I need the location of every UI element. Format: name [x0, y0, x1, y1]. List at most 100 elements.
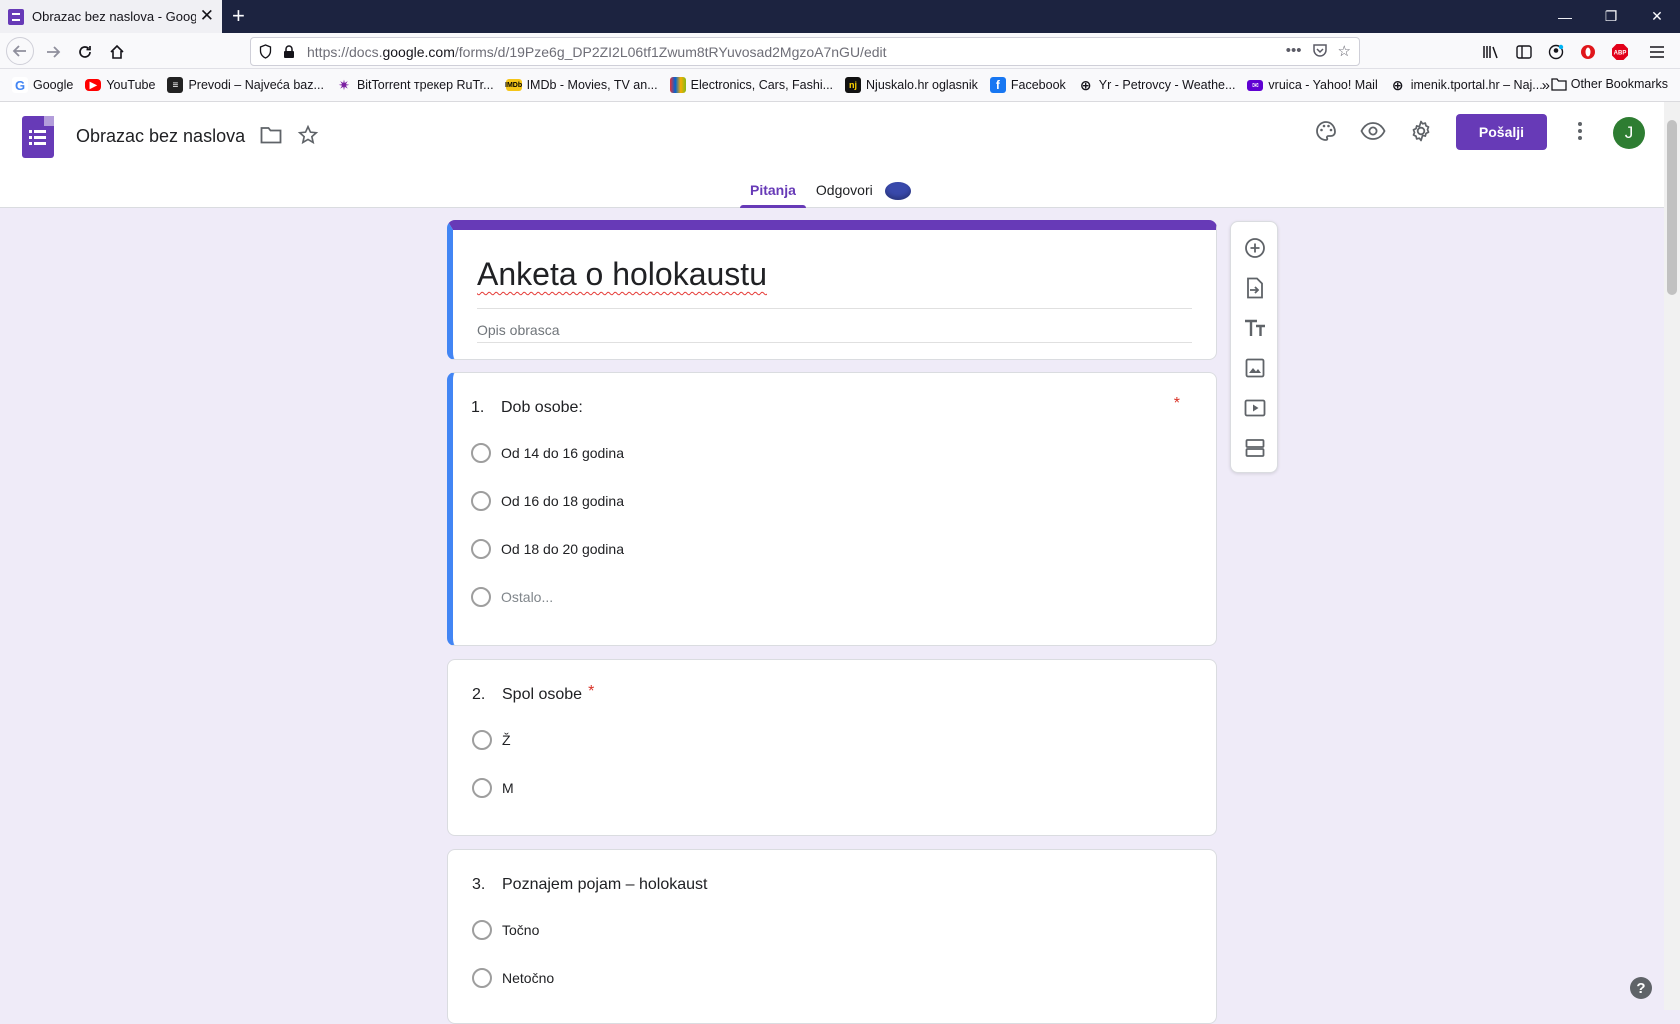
radio-option[interactable]: Od 18 do 20 godina [471, 539, 624, 559]
responses-badge [884, 182, 911, 200]
account-avatar[interactable]: J [1613, 117, 1645, 149]
form-description-field[interactable]: Opis obrasca [477, 322, 559, 338]
folder-icon [1551, 78, 1567, 91]
radio-option-other[interactable]: Ostalo... [471, 587, 553, 607]
radio-option[interactable]: Ž [472, 730, 511, 750]
add-image-icon[interactable] [1243, 356, 1267, 380]
radio-circle[interactable] [471, 587, 491, 607]
radio-option[interactable]: Netočno [472, 968, 554, 988]
question-card-2[interactable]: 2. Spol osobe * Ž M [447, 659, 1217, 836]
page-actions-icon[interactable]: ••• [1286, 42, 1302, 62]
radio-circle[interactable] [471, 491, 491, 511]
close-tab-icon[interactable]: ✕ [200, 7, 214, 25]
browser-chrome: Obrazac bez naslova - Google ob ✕ + — ❐ … [0, 0, 1680, 102]
url-actions: ••• ☆ [1286, 42, 1351, 62]
question-title: 1. Dob osobe: [471, 399, 583, 416]
import-questions-icon[interactable] [1243, 276, 1267, 300]
url-bar[interactable]: https://docs.google.com/forms/d/19Pze6g_… [250, 37, 1360, 66]
bookmark-item[interactable]: f Facebook [989, 77, 1066, 93]
add-title-text-icon[interactable] [1243, 316, 1267, 340]
bookmark-item[interactable]: Electronics, Cars, Fashi... [669, 77, 833, 93]
preview-eye-icon[interactable] [1359, 117, 1387, 145]
rutracker-icon: ✷ [338, 76, 350, 93]
restore-icon[interactable]: ❐ [1588, 0, 1634, 33]
forward-icon[interactable] [40, 39, 66, 65]
url-text[interactable]: https://docs.google.com/forms/d/19Pze6g_… [307, 44, 887, 60]
tab-title: Obrazac bez naslova - Google ob [32, 9, 196, 24]
question-card-1[interactable]: 1. Dob osobe: * Od 14 do 16 godina Od 16… [447, 372, 1217, 646]
more-bookmarks-chevron-icon[interactable]: » [1542, 77, 1550, 94]
new-tab-button[interactable]: + [232, 4, 245, 28]
bookmark-item[interactable]: IMDb IMDb - Movies, TV an... [505, 78, 658, 92]
browser-tab[interactable]: Obrazac bez naslova - Google ob ✕ [0, 0, 222, 33]
home-icon[interactable] [104, 39, 130, 65]
star-icon[interactable] [294, 121, 322, 149]
bookmark-item[interactable]: nj Njuskalo.hr oglasnik [845, 77, 978, 93]
settings-gear-icon[interactable] [1407, 117, 1435, 145]
radio-circle[interactable] [472, 778, 492, 798]
other-bookmarks[interactable]: Other Bookmarks [1551, 77, 1668, 91]
tab-responses[interactable]: Odgovori [806, 176, 883, 208]
account-icon[interactable] [1545, 41, 1567, 63]
palette-icon[interactable] [1312, 117, 1340, 145]
required-asterisk: * [1173, 395, 1180, 412]
add-section-icon[interactable] [1243, 436, 1267, 460]
bookmark-item[interactable]: ⊕ Yr - Petrovcy - Weathe... [1078, 77, 1236, 93]
reload-icon[interactable] [72, 39, 98, 65]
more-vert-icon[interactable] [1566, 117, 1594, 145]
opera-extension-icon[interactable] [1577, 41, 1599, 63]
window-close-icon[interactable]: ✕ [1634, 0, 1680, 33]
page-scrollbar[interactable] [1664, 102, 1680, 1010]
radio-circle[interactable] [471, 539, 491, 559]
required-asterisk: * [588, 683, 595, 700]
svg-text:ABP: ABP [1614, 51, 1627, 57]
navigation-toolbar: https://docs.google.com/forms/d/19Pze6g_… [0, 33, 1680, 69]
form-title[interactable]: Anketa o holokaustu [477, 256, 767, 293]
scrollbar-thumb[interactable] [1667, 120, 1677, 295]
radio-option[interactable]: Od 16 do 18 godina [471, 491, 624, 511]
form-title-card[interactable]: Anketa o holokaustu Opis obrasca [447, 220, 1217, 360]
google-icon: G [12, 77, 28, 93]
youtube-icon: ▶ [85, 79, 102, 91]
question-card-3[interactable]: 3. Poznajem pojam – holokaust Točno Neto… [447, 849, 1217, 1024]
document-title[interactable]: Obrazac bez naslova [76, 126, 245, 147]
back-icon[interactable] [6, 37, 34, 65]
sidebar-icon[interactable] [1513, 41, 1535, 63]
globe-icon: ⊕ [1079, 76, 1092, 93]
radio-circle[interactable] [472, 920, 492, 940]
bookmark-item[interactable]: G Google [12, 77, 73, 93]
bookmark-star-icon[interactable]: ☆ [1338, 42, 1351, 62]
facebook-icon: f [989, 77, 1006, 93]
pocket-icon[interactable] [1312, 42, 1328, 62]
add-video-icon[interactable] [1243, 396, 1267, 420]
yahoo-mail-icon: ✉ [1247, 79, 1264, 91]
bookmark-item[interactable]: ≡ Prevodi – Najveća baz... [167, 77, 324, 93]
radio-circle[interactable] [472, 730, 492, 750]
radio-option[interactable]: Od 14 do 16 godina [471, 443, 624, 463]
bookmark-item[interactable]: ▶ YouTube [85, 78, 155, 92]
radio-option[interactable]: M [472, 778, 514, 798]
help-icon[interactable]: ? [1630, 977, 1652, 999]
njuskalo-icon: nj [845, 77, 862, 93]
google-forms-logo-icon[interactable] [22, 116, 54, 158]
tracking-shield-icon[interactable] [259, 44, 273, 60]
minimize-icon[interactable]: — [1542, 0, 1588, 33]
menu-hamburger-icon[interactable] [1646, 41, 1668, 63]
send-button[interactable]: Pošalji [1456, 114, 1547, 150]
floating-toolbar [1230, 221, 1278, 473]
adblock-icon[interactable]: ABP [1609, 41, 1631, 63]
form-tabs: Pitanja Odgovori [740, 176, 911, 208]
add-question-icon[interactable] [1243, 236, 1267, 260]
lock-icon[interactable] [283, 44, 297, 59]
tab-questions[interactable]: Pitanja [740, 176, 806, 208]
bookmark-item[interactable]: ⊕ imenik.tportal.hr – Naj... [1390, 77, 1543, 93]
globe-icon: ⊕ [1391, 76, 1404, 93]
bookmark-item[interactable]: ✷ BitTorrent трекер RuTr... [336, 77, 494, 93]
prevodi-icon: ≡ [167, 77, 184, 93]
library-icon[interactable] [1480, 41, 1502, 63]
radio-option[interactable]: Točno [472, 920, 539, 940]
radio-circle[interactable] [472, 968, 492, 988]
bookmark-item[interactable]: ✉ vruica - Yahoo! Mail [1247, 78, 1378, 92]
radio-circle[interactable] [471, 443, 491, 463]
move-to-folder-icon[interactable] [257, 121, 285, 149]
